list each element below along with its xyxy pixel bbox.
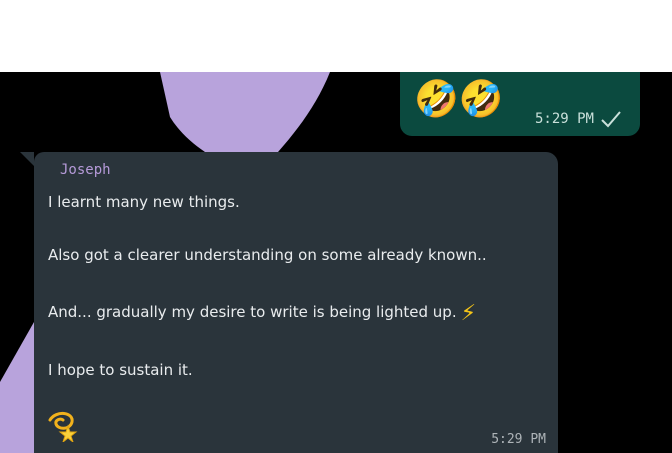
lightning-icon: ⚡ xyxy=(460,301,477,326)
message-line-3: And... gradually my desire to write is b… xyxy=(48,303,457,321)
outgoing-message-bubble[interactable]: 🤣🤣 5:29 PM xyxy=(400,72,640,136)
outgoing-time: 5:29 PM xyxy=(534,111,594,127)
sender-name[interactable]: Joseph xyxy=(60,162,111,178)
incoming-time: 5:29 PM xyxy=(491,432,546,447)
message-line-4: I hope to sustain it. xyxy=(48,361,193,379)
top-blank-area xyxy=(0,0,672,72)
incoming-message-bubble[interactable]: Joseph I learnt many new things. Also go… xyxy=(20,152,558,453)
check-icon xyxy=(601,111,621,128)
outgoing-meta: 5:29 PM xyxy=(535,110,622,128)
dizzy-icon xyxy=(48,412,78,442)
message-line-3-wrapper: And... gradually my desire to write is b… xyxy=(48,301,477,326)
message-line-1: I learnt many new things. xyxy=(48,193,240,211)
laughing-emoji-row: 🤣🤣 xyxy=(414,79,504,120)
bubble-tail xyxy=(20,152,34,166)
message-line-2: Also got a clearer understanding on some… xyxy=(48,246,487,264)
